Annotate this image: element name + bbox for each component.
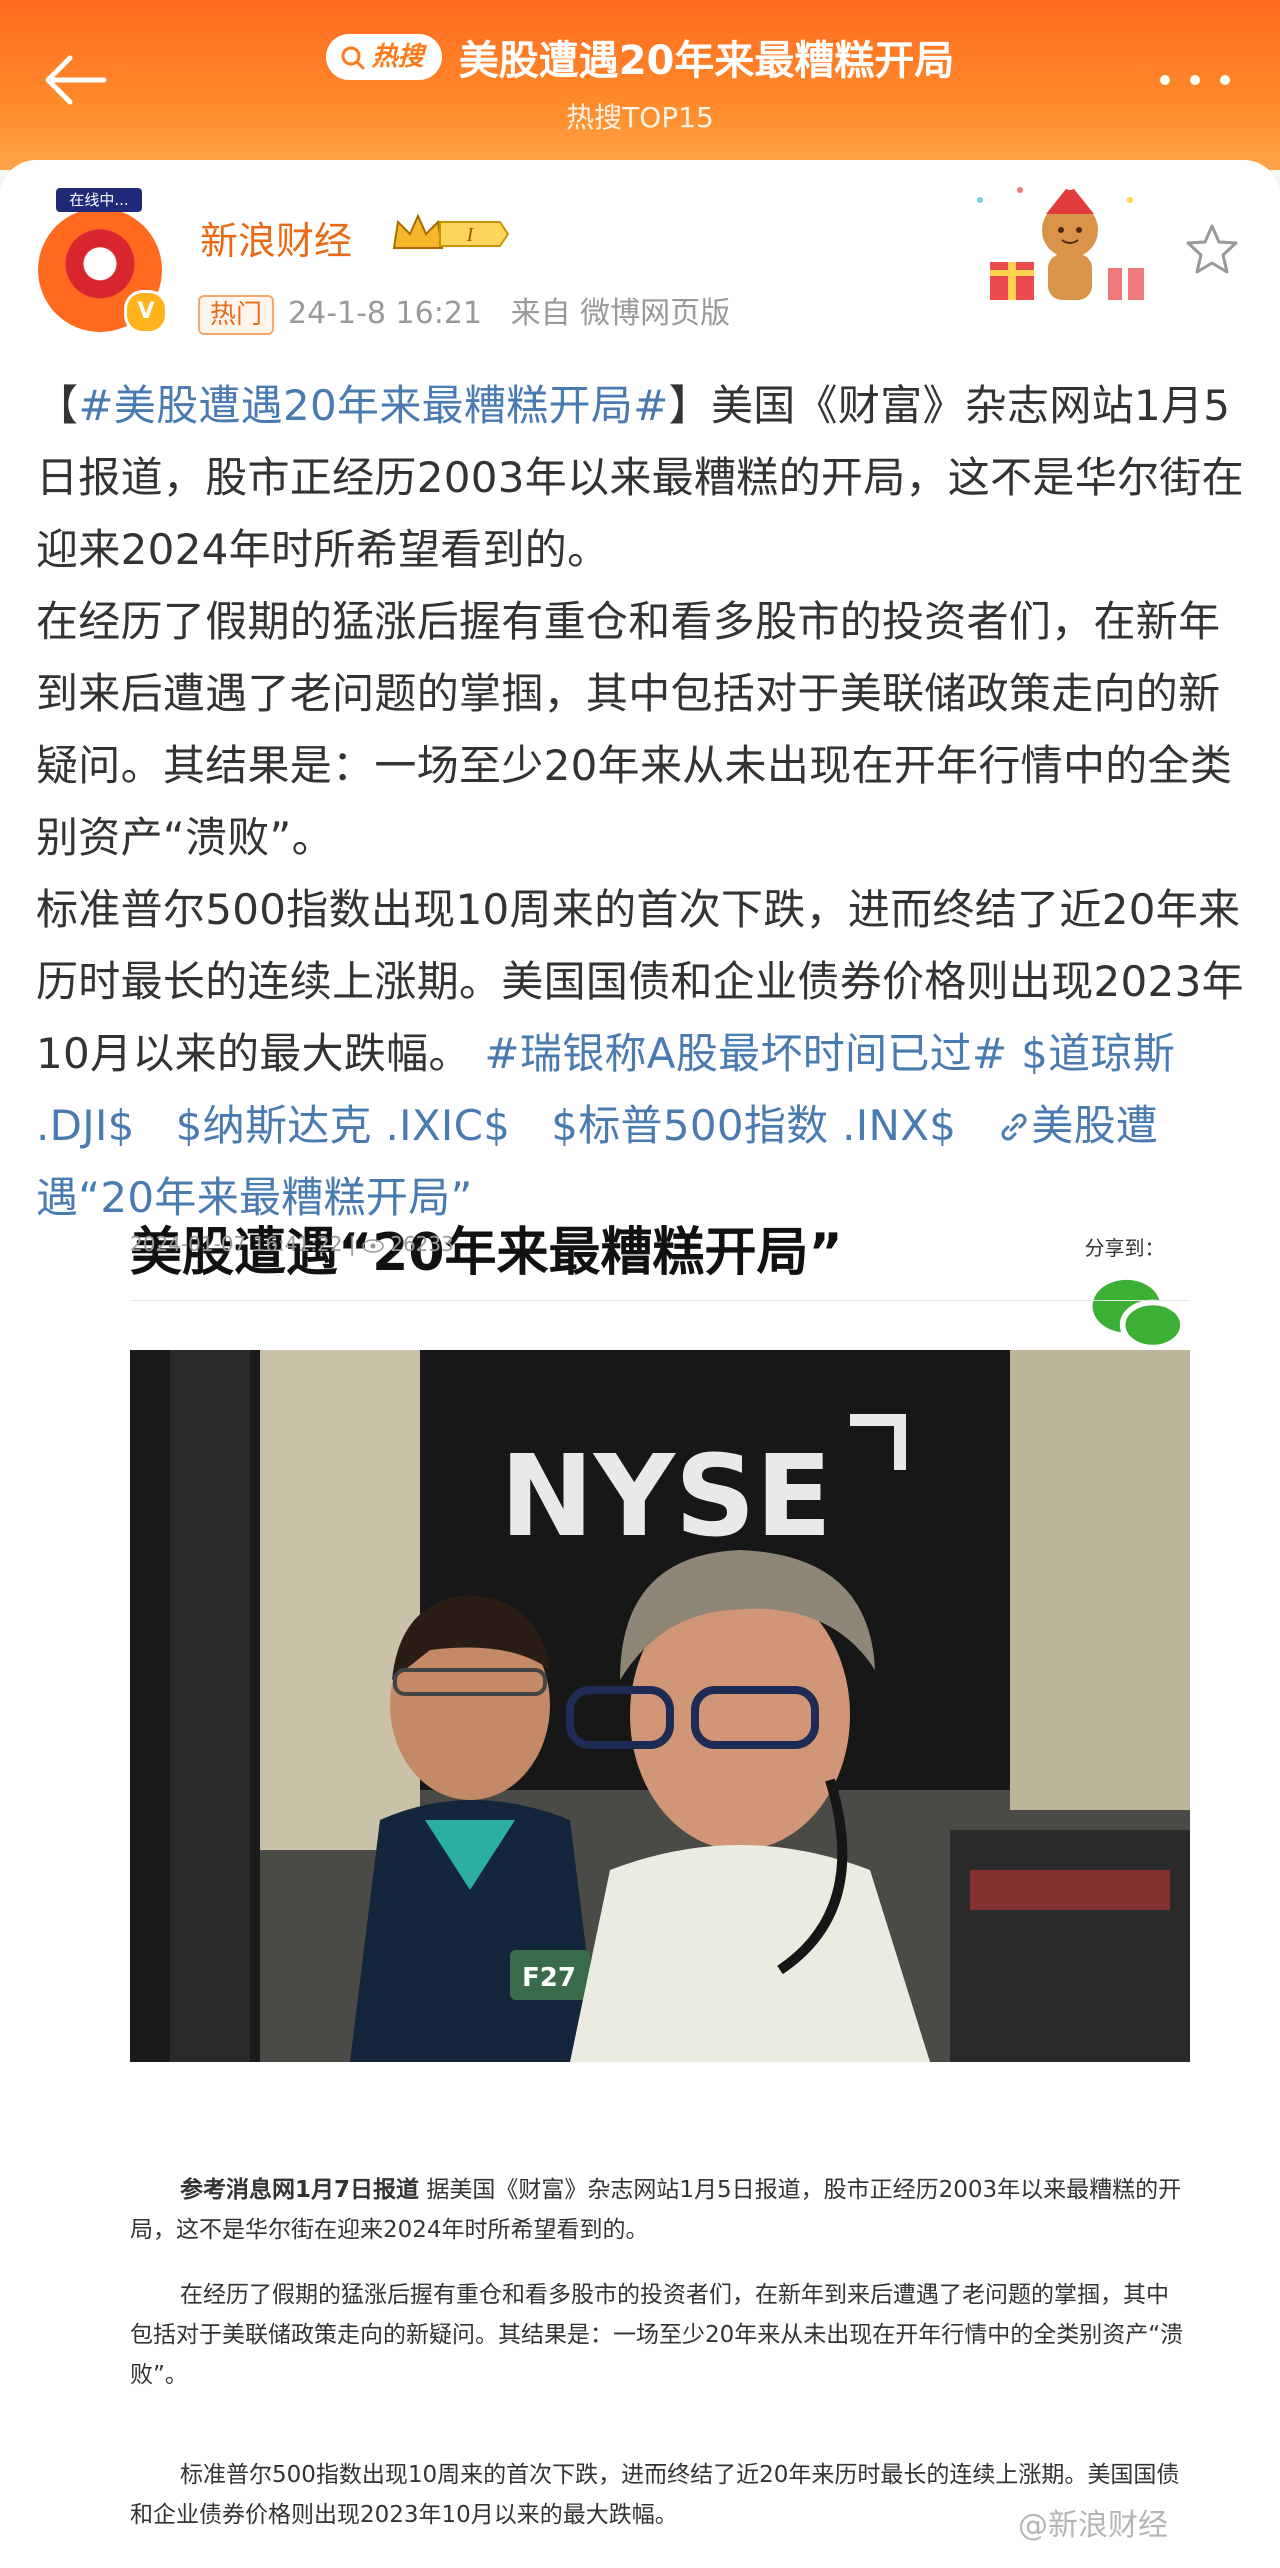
post-paragraph-3: 标准普尔500指数出现10周来的首次下跌，进而终结了近20年来历时最长的连续上涨… [36, 874, 1246, 1234]
hot-pill-label: 热搜 [371, 42, 424, 72]
post-card: 在线中... V 新浪财经 I 热门 24-1-8 16:21 来自 微博网页版 … [0, 160, 1280, 2568]
page-subtitle: 热搜TOP15 [566, 101, 714, 134]
watermark: @新浪财经 [1018, 2508, 1168, 2543]
post-time: 24-1-8 16:21 [288, 296, 483, 331]
page-title: 美股遭遇20年来最糟糕开局 [458, 38, 955, 84]
hot-search-pill[interactable]: 热搜 [325, 34, 442, 80]
favorite-star-icon[interactable] [1182, 220, 1242, 280]
post-meta: 热门 24-1-8 16:21 来自 微博网页版 [198, 288, 730, 335]
trader-badge: F27 [522, 1963, 576, 1993]
article-divider [130, 1300, 1190, 1301]
title-row: 热搜 美股遭遇20年来最糟糕开局 [0, 28, 1280, 86]
article-views: 26233 [390, 1232, 454, 1256]
view-eye-icon [362, 1238, 384, 1253]
search-icon [341, 46, 365, 69]
post-paragraph-1: 【#美股遭遇20年来最糟糕开局#】美国《财富》杂志网站1月5日报道，股市正经历2… [36, 370, 1246, 586]
post-source: 来自 微博网页版 [510, 296, 731, 331]
article-paragraph-2: 在经历了假期的猛涨后握有重仓和看多股市的投资者们，在新年到来后遭遇了老问题的掌掴… [130, 2275, 1190, 2395]
crown-level-icon: I [392, 213, 510, 249]
link-icon [1001, 1113, 1027, 1141]
hot-tag: 热门 [198, 295, 275, 335]
bracket-open: 【 [36, 381, 79, 430]
article-photo: NYSE F27 [130, 1350, 1190, 2062]
post-body: 【#美股遭遇20年来最糟糕开局#】美国《财富》杂志网站1月5日报道，股市正经历2… [36, 370, 1246, 1234]
article-lead: 参考消息网1月7日报道 [180, 2177, 420, 2203]
author-name[interactable]: 新浪财经 [200, 210, 352, 265]
nyse-trading-floor-image: NYSE F27 [130, 1350, 1190, 2062]
article-paragraph-1: 参考消息网1月7日报道 据美国《财富》杂志网站1月5日报道，股市正经历2003年… [130, 2170, 1190, 2250]
live-badge: 在线中... [56, 188, 142, 212]
gingerbread-decoration-icon [977, 178, 1144, 300]
svg-text:I: I [466, 224, 475, 246]
article-date: 2024-01-07 16:41:22 [130, 1232, 343, 1256]
post-paragraph-2: 在经历了假期的猛涨后握有重仓和看多股市的投资者们，在新年到来后遭遇了老问题的掌掴… [36, 597, 1233, 862]
topic-link[interactable]: #美股遭遇20年来最糟糕开局# [78, 381, 668, 430]
article-para2-text: 在经历了假期的猛涨后握有重仓和看多股市的投资者们，在新年到来后遭遇了老问题的掌掴… [130, 2282, 1184, 2388]
share-label: 分享到： [1084, 1236, 1165, 1260]
nyse-sign: NYSE [500, 1432, 832, 1562]
more-options-icon[interactable] [1150, 60, 1240, 100]
topic-link-ubs[interactable]: #瑞银称A股最坏时间已过# [484, 1029, 1007, 1078]
top-bar: 热搜 美股遭遇20年来最糟糕开局 热搜TOP15 [0, 0, 1280, 170]
stock-link-inx[interactable]: $标普500指数 .INX$ [551, 1101, 956, 1150]
verified-icon: V [124, 290, 168, 334]
stock-link-ixic[interactable]: $纳斯达克 .IXIC$ [176, 1101, 511, 1150]
article-meta: 2024-01-07 16:41:22 | 26233 分享到： [130, 1232, 1190, 1689]
